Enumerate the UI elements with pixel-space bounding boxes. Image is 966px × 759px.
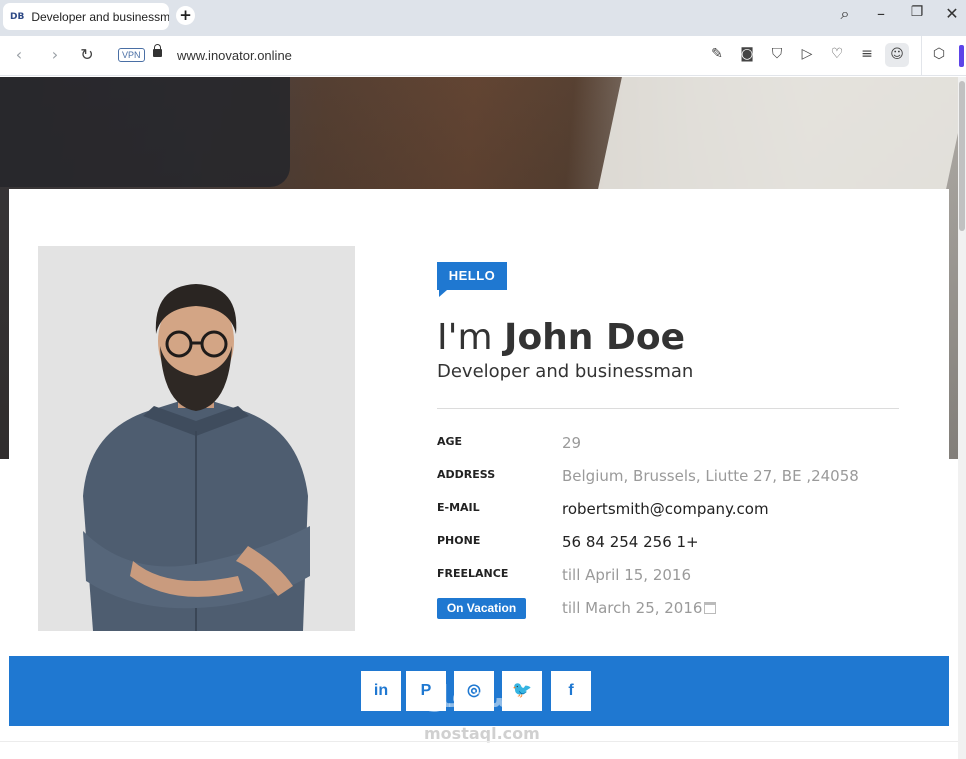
search-tabs-icon[interactable]: ⌕	[833, 4, 857, 24]
info-divider	[437, 408, 899, 409]
page-scrollbar[interactable]	[958, 77, 966, 759]
tab-favicon: DB	[10, 11, 25, 22]
hero-keyboard-shape	[0, 77, 290, 187]
vacation-row: till March 25, 2016	[562, 599, 717, 617]
age-value: 29	[562, 434, 582, 452]
toolbar-divider	[921, 36, 922, 76]
profile-icon[interactable]: ☺	[885, 43, 909, 67]
vacation-value: till March 25, 2016	[562, 599, 703, 617]
back-icon[interactable]: ‹	[8, 45, 30, 64]
profile-name-heading: I'm John Doe	[437, 317, 685, 358]
edit-icon[interactable]: ✎	[707, 46, 727, 62]
linkedin-icon[interactable]: in	[361, 671, 401, 711]
profile-photo	[38, 246, 355, 631]
forward-icon[interactable]: ›	[44, 45, 66, 64]
address-label: ADDRESS	[437, 468, 496, 481]
browser-toolbar: ‹ › ↻ VPN www.inovator.online ✎ ◙ ⛉ ▷ ♡ …	[0, 36, 966, 76]
address-value: Belgium, Brussels, Liutte 27, BE ,24058	[562, 467, 859, 485]
watermark-arabic: مستقل	[423, 680, 533, 715]
facebook-icon[interactable]: f	[551, 671, 591, 711]
new-tab-button[interactable]: +	[176, 6, 195, 25]
vpn-badge[interactable]: VPN	[118, 48, 145, 62]
sidebar-toggle[interactable]	[959, 45, 964, 67]
address-bar[interactable]: www.inovator.online	[177, 48, 292, 63]
heart-icon[interactable]: ♡	[827, 46, 847, 62]
profile-role: Developer and businessman	[437, 361, 694, 382]
calendar-icon	[704, 602, 717, 614]
profile-card: HELLO I'm John Doe Developer and busines…	[9, 189, 949, 656]
age-label: AGE	[437, 435, 463, 448]
tab-title: Developer and businessm	[31, 9, 169, 24]
close-icon[interactable]: ✕	[940, 4, 964, 23]
freelance-value: till April 15, 2016	[562, 566, 692, 584]
reload-icon[interactable]: ↻	[76, 45, 98, 64]
hello-badge: HELLO	[437, 262, 507, 297]
name-intro: I'm	[437, 317, 493, 358]
profile-name: John Doe	[504, 317, 685, 358]
phone-value[interactable]: 56 84 254 256 1+	[562, 533, 699, 551]
shield-icon[interactable]: ⛉	[767, 46, 787, 62]
vacation-badge: On Vacation	[437, 598, 526, 619]
email-value[interactable]: robertsmith@company.com	[562, 500, 769, 518]
restore-icon[interactable]: ❐	[905, 4, 929, 20]
page-bottom-divider	[0, 741, 958, 742]
email-label: E-MAIL	[437, 501, 480, 514]
lock-icon[interactable]	[153, 44, 162, 57]
phone-label: PHONE	[437, 534, 481, 547]
camera-icon[interactable]: ◙	[737, 46, 757, 62]
scrollbar-thumb[interactable]	[959, 81, 965, 231]
page-viewport: HELLO I'm John Doe Developer and busines…	[0, 77, 966, 759]
menu-icon[interactable]: ≡	[857, 46, 877, 62]
browser-tab[interactable]: DB Developer and businessm	[3, 3, 169, 30]
cube-icon[interactable]: ⬡	[929, 46, 949, 62]
person-illustration	[38, 246, 355, 631]
freelance-label: FREELANCE	[437, 567, 509, 580]
browser-tab-bar: DB Developer and businessm + ⌕ – ❐ ✕	[0, 0, 966, 36]
send-icon[interactable]: ▷	[797, 46, 817, 62]
hero-paper-shape	[598, 77, 966, 189]
minimize-icon[interactable]: –	[869, 4, 893, 23]
